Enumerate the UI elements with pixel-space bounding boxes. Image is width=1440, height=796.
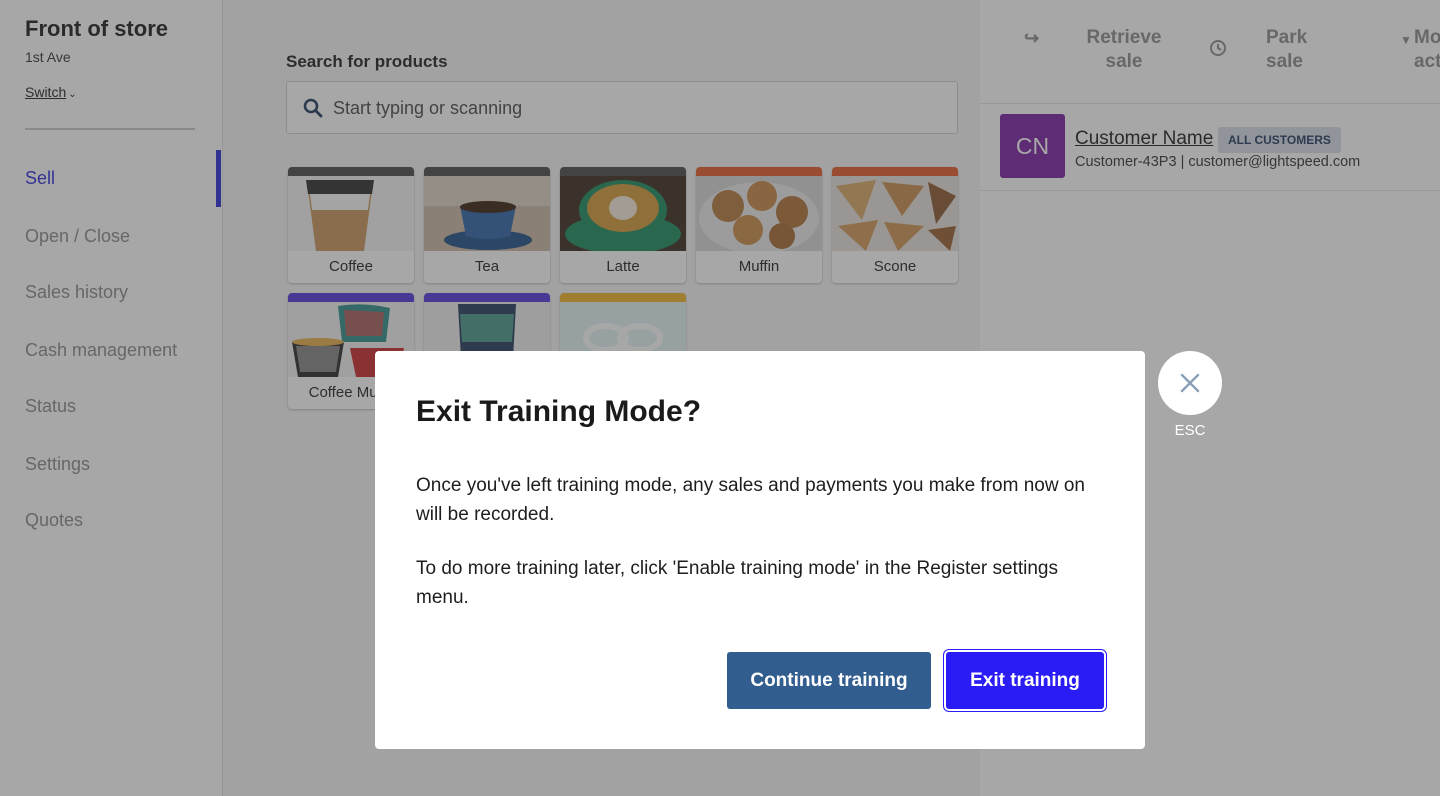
esc-label: ESC bbox=[1174, 422, 1206, 439]
continue-training-button[interactable]: Continue training bbox=[727, 652, 931, 709]
dialog-paragraph-1: Once you've left training mode, any sale… bbox=[416, 475, 1085, 525]
dialog-title: Exit Training Mode? bbox=[416, 395, 702, 428]
close-modal-button[interactable] bbox=[1158, 351, 1222, 415]
close-icon bbox=[1180, 373, 1200, 393]
dialog-paragraph-2: To do more training later, click 'Enable… bbox=[416, 558, 1058, 608]
exit-training-dialog: Exit Training Mode? Once you've left tra… bbox=[375, 351, 1145, 749]
exit-training-button[interactable]: Exit training bbox=[946, 652, 1104, 709]
